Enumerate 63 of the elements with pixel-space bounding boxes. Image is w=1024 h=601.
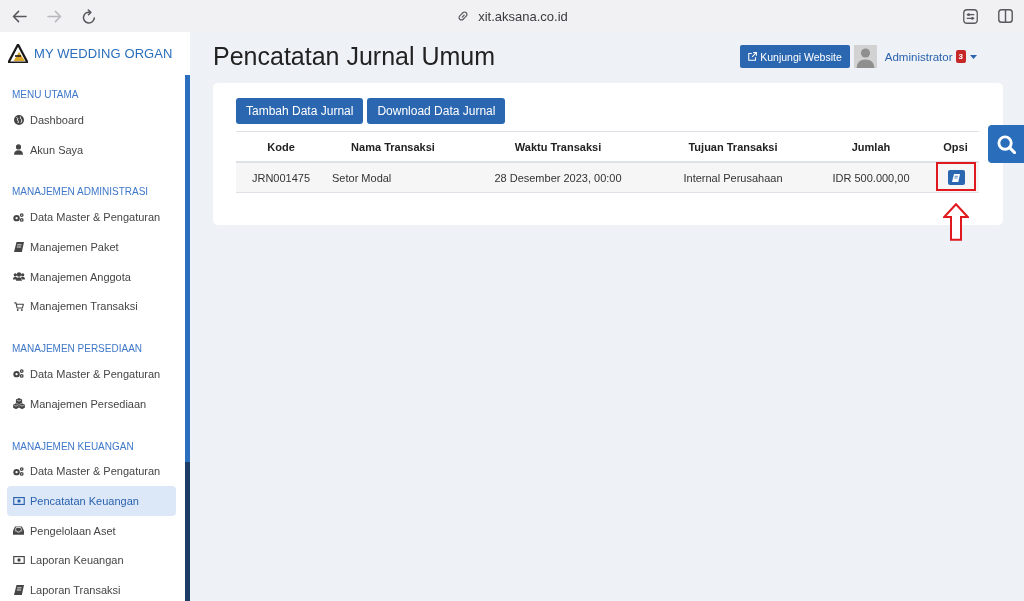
cart-icon — [13, 301, 24, 311]
table-cell-text: Setor Modal — [331, 171, 393, 184]
cogs-icon — [13, 369, 24, 379]
avatar-silhouette-icon — [853, 45, 877, 68]
column-header: Opsi — [942, 140, 969, 153]
sliders-icon[interactable] — [963, 8, 978, 24]
caret-icon — [970, 54, 977, 59]
search-button[interactable] — [988, 125, 1024, 163]
users-icon — [12, 272, 25, 282]
book-icon — [13, 241, 24, 252]
sidebar-item[interactable]: Data Master & Pengaturan — [7, 202, 176, 233]
sidebar-item[interactable]: Pencatatan Keuangan — [7, 486, 176, 516]
sidebar-item[interactable]: Data Master & Pengaturan — [7, 359, 176, 389]
banknote-icon — [12, 556, 25, 565]
visit-website-button[interactable]: Kunjungi Website — [740, 45, 850, 68]
sidebar-item[interactable]: Akun Saya — [7, 134, 176, 165]
book-icon — [952, 173, 960, 182]
user-menu[interactable]: Administrator 3 — [884, 50, 977, 63]
address-bar[interactable]: xit.aksana.co.id — [478, 8, 568, 24]
column-header: Jumlah — [850, 140, 892, 153]
section-heading: MANAJEMEN PERSEDIAAN — [11, 342, 144, 357]
user-icon — [14, 144, 23, 156]
reload-icon[interactable] — [82, 8, 96, 24]
table-cell-text: JRN001475 — [250, 171, 312, 184]
logo-icon — [8, 44, 28, 63]
scrollbar-thumb[interactable] — [185, 75, 190, 462]
column-header: Tujuan Transaksi — [687, 140, 779, 153]
table-cell-text: IDR 500.000,00 — [831, 171, 911, 184]
sidebar-icon[interactable] — [998, 9, 1013, 23]
sidebar-item[interactable]: Data Master & Pengaturan — [7, 456, 176, 487]
sidebar-item[interactable]: Manajemen Anggota — [7, 261, 176, 292]
sidebar-item[interactable]: Pengelolaan Aset — [7, 515, 176, 546]
tray-icon — [13, 526, 24, 536]
banknote-icon — [12, 497, 25, 506]
sidebar-item[interactable]: Manajemen Persediaan — [7, 388, 176, 419]
back-arrow-icon[interactable] — [12, 9, 27, 23]
action-button[interactable]: Download Data Jurnal — [367, 98, 506, 124]
section-heading: MANAJEMEN KEUANGAN — [11, 439, 135, 454]
section-heading: MENU UTAMA — [11, 88, 80, 102]
sidebar-item[interactable]: Manajemen Transaksi — [7, 291, 176, 322]
view-button[interactable] — [947, 170, 965, 185]
cogs-icon — [13, 466, 24, 476]
sidebar-item[interactable]: Manajemen Paket — [7, 232, 176, 262]
table-cell-text: Internal Perusahaan — [682, 171, 784, 184]
column-header: Nama Transaksi — [350, 140, 436, 153]
link-icon — [457, 10, 470, 22]
brand-name: MY WEDDING ORGAN — [34, 46, 173, 61]
cubes-icon — [12, 398, 25, 410]
notification-badge: 3 — [955, 50, 966, 63]
section-heading: MANAJEMEN ADMINISTRASI — [11, 185, 150, 200]
action-button[interactable]: Tambah Data Jurnal — [236, 98, 364, 124]
sidebar-item[interactable]: Dashboard — [7, 105, 176, 135]
page-title: Pencatatan Jurnal Umum — [213, 42, 496, 71]
search-icon — [996, 134, 1016, 154]
sidebar-item[interactable]: Laporan Transaksi — [7, 575, 176, 601]
external-link-icon — [748, 52, 758, 61]
column-header: Kode — [266, 140, 296, 153]
cogs-icon — [13, 212, 24, 222]
table-cell-text: 28 Desember 2023, 00:00 — [493, 171, 623, 184]
book-icon — [13, 585, 24, 596]
globe-icon — [13, 114, 24, 125]
sidebar-item[interactable]: Laporan Keuangan — [7, 545, 176, 576]
column-header: Waktu Transaksi — [513, 140, 603, 153]
